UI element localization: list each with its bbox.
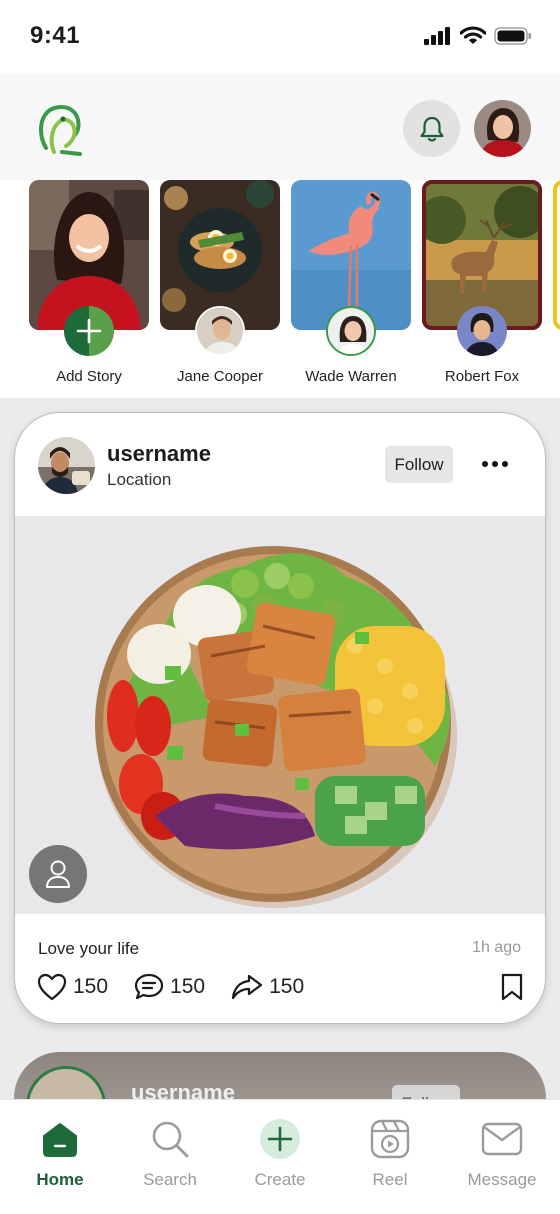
heart-icon [37,973,67,1001]
story-avatar [457,306,507,356]
tab-home[interactable]: Home [10,1118,110,1198]
bookmark-icon [501,973,523,1001]
user-icon [46,860,70,888]
status-bar: 9:41 [0,0,560,74]
story-add[interactable]: Add Story [29,180,149,390]
share-button[interactable]: 150 [231,973,304,1001]
post-timestamp: 1h ago [472,939,521,956]
bottom-tab-bar: Home Search Create Reel Message [0,1099,560,1214]
story-avatar [195,306,245,356]
more-horizontal-icon [482,461,508,467]
follow-button[interactable]: Follow [385,446,453,483]
tab-label: Search [143,1170,197,1189]
tab-reel[interactable]: Reel [340,1118,440,1198]
parrot-logo-icon[interactable] [36,102,84,158]
comment-button[interactable]: 150 [134,973,205,1001]
post-location[interactable]: Location [107,470,171,490]
story-image [553,180,560,330]
comment-icon [134,973,164,1000]
story-label: Jane Cooper [177,368,263,385]
comment-count: 150 [170,975,206,998]
tab-message[interactable]: Message [452,1118,552,1198]
tab-label: Create [254,1170,306,1189]
notifications-button[interactable] [403,100,460,157]
post-avatar[interactable] [38,437,95,494]
wifi-icon [460,26,486,44]
story-label: Add Story [56,368,122,385]
story-robert-fox[interactable]: Robert Fox [422,180,542,390]
story-jane-cooper[interactable]: Jane Cooper [160,180,280,390]
story-avatar [326,306,376,356]
story-wade-warren[interactable]: Wade Warren [291,180,411,390]
plus-icon [259,1118,301,1160]
status-time: 9:41 [30,22,81,49]
app-header [0,74,560,180]
more-options-button[interactable] [477,451,513,477]
add-story-button[interactable] [64,306,114,356]
share-count: 150 [269,975,305,998]
post-actions: 150 150 150 [37,973,330,1001]
like-button[interactable]: 150 [37,973,108,1001]
tab-label: Reel [372,1170,408,1189]
post-card: username Location Follow Love your life … [14,412,546,1024]
share-icon [231,974,263,1000]
tab-label: Message [467,1170,537,1189]
story-label: Wade Warren [305,368,397,385]
tag-people-button[interactable] [29,845,87,903]
home-icon [39,1118,81,1160]
tab-search[interactable]: Search [120,1118,220,1198]
like-count: 150 [73,975,109,998]
status-icons [424,26,532,45]
tab-label: Home [36,1170,84,1189]
post-caption: Love your life [38,939,140,958]
reel-icon [369,1118,411,1160]
envelope-icon [481,1118,523,1160]
post-username[interactable]: username [107,441,211,467]
story-label: Robert Fox [444,368,520,385]
battery-icon [494,26,531,45]
post-image[interactable] [15,516,545,914]
stories-row: Add Story Jane Cooper Wade Warren Robert… [0,180,560,398]
profile-avatar[interactable] [474,100,531,157]
search-icon [149,1118,191,1160]
cellular-signal-icon [424,26,450,45]
bookmark-button[interactable] [501,973,523,1006]
tab-create[interactable]: Create [230,1118,330,1198]
story-next[interactable] [553,180,560,390]
plus-icon [76,318,102,344]
bell-icon [419,116,444,142]
